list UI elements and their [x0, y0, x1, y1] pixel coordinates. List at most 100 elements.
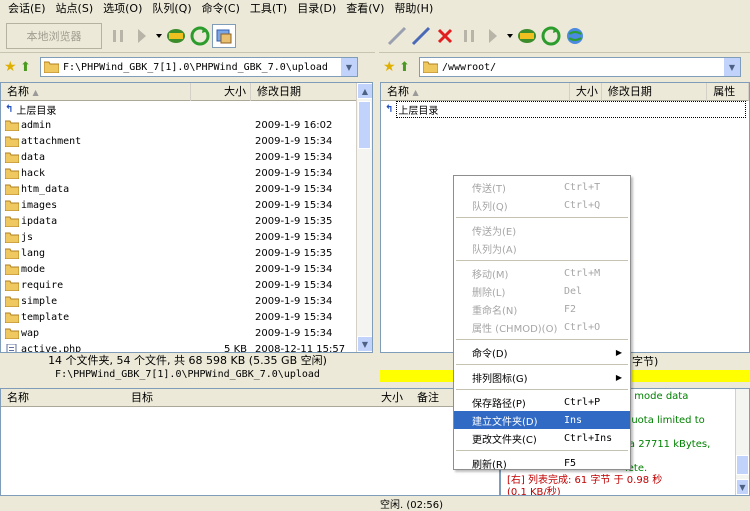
chevron-down-icon[interactable]: ▼ — [340, 58, 357, 76]
left-scrollbar[interactable]: ▲ ▼ — [356, 83, 372, 352]
context-menu-item[interactable]: 属性 (CHMOD)(O) Ctrl+O — [454, 318, 630, 336]
favorite-star-icon[interactable]: ★ — [4, 59, 20, 75]
up-folder-icon[interactable]: ⬆ — [399, 60, 419, 75]
menu-item[interactable]: 命令(C) — [197, 0, 245, 18]
context-menu-item[interactable]: 队列(Q) Ctrl+Q — [454, 196, 630, 214]
context-menu-item[interactable]: 命令(D) ▶ — [454, 343, 630, 361]
context-menu-item[interactable]: 移动(M) Ctrl+M — [454, 264, 630, 282]
pause-icon[interactable] — [106, 24, 130, 48]
file-name: mode — [21, 263, 46, 275]
context-menu-item[interactable]: 传送(T) Ctrl+T — [454, 178, 630, 196]
dropdown-arrow-icon[interactable] — [505, 24, 515, 48]
favorite-star-icon[interactable]: ★ — [383, 59, 399, 75]
context-menu-item[interactable]: 删除(L) Del — [454, 282, 630, 300]
col-size-header[interactable]: 大小 — [191, 83, 251, 101]
log-line: ta 27711 kBytes, — [625, 439, 711, 450]
chevron-down-icon[interactable]: ▼ — [723, 58, 740, 76]
file-row[interactable]: lang 2009-1-9 15:35 — [1, 245, 372, 261]
file-row[interactable]: js 2009-1-9 15:34 — [1, 229, 372, 245]
col-date-header[interactable]: 修改日期 — [602, 83, 708, 101]
context-menu-item[interactable]: 保存路径(P) Ctrl+P — [454, 393, 630, 411]
menu-item-shortcut: F2 — [564, 303, 577, 315]
file-row[interactable]: template 2009-1-9 15:34 — [1, 309, 372, 325]
menu-item[interactable]: 选项(O) — [98, 0, 147, 18]
submenu-arrow-icon: ▶ — [615, 372, 622, 382]
queue-col-name[interactable]: 名称 — [1, 389, 125, 407]
view-icon[interactable] — [212, 23, 236, 48]
context-menu-item[interactable]: 排列图标(G) ▶ — [454, 368, 630, 386]
parent-dir-row[interactable]: ↰ 上层目录 — [1, 101, 372, 117]
refresh-icon[interactable] — [539, 24, 563, 48]
folder-icon — [5, 216, 19, 227]
context-menu-item[interactable]: 传送为(E) — [454, 221, 630, 239]
transfer-queue[interactable]: 名称 目标 大小 备注 — [0, 388, 500, 496]
scroll-thumb[interactable] — [358, 101, 371, 149]
file-row[interactable]: wap 2009-1-9 15:34 — [1, 325, 372, 341]
right-path-bar: ★ ⬆ /wwwroot/ ▼ — [379, 54, 750, 80]
file-row[interactable]: require 2009-1-9 15:34 — [1, 277, 372, 293]
local-browser-button[interactable]: 本地浏览器 — [6, 22, 102, 49]
left-path-value: F:\PHPWind_GBK_7[1].0\PHPWind_GBK_7.0\up… — [63, 61, 328, 73]
local-file-list[interactable]: 名称 ▲ 大小 修改日期 ↰ 上层目录 admin 2009-1-9 16:02 at… — [0, 82, 373, 353]
menu-item[interactable]: 帮助(H) — [389, 0, 438, 18]
left-path-combo[interactable]: F:\PHPWind_GBK_7[1].0\PHPWind_GBK_7.0\up… — [40, 57, 358, 77]
menu-item[interactable]: 站点(S) — [51, 0, 99, 18]
disconnect-icon[interactable] — [409, 24, 433, 48]
col-date-header[interactable]: 修改日期 — [251, 83, 358, 101]
menu-bar: 会话(E) 站点(S) 选项(O) 队列(Q) 命令(C) 工具(T) 目录(D) 查看(V)… — [0, 0, 750, 18]
file-row[interactable]: admin 2009-1-9 16:02 — [1, 117, 372, 133]
queue-col-size[interactable]: 大小 — [375, 389, 411, 407]
menu-item[interactable]: 会话(E) — [3, 0, 51, 18]
right-path-combo[interactable]: /wwwroot/ ▼ — [419, 57, 741, 77]
menu-item-label: 传送(T) — [472, 183, 506, 195]
menu-item-shortcut: Ctrl+Q — [564, 199, 601, 211]
globe-icon[interactable] — [563, 24, 587, 48]
file-row[interactable]: images 2009-1-9 15:34 — [1, 197, 372, 213]
menu-item-label: 重命名(N) — [472, 305, 518, 317]
menu-item[interactable]: 队列(Q) — [147, 0, 196, 18]
col-size-header[interactable]: 大小 — [570, 83, 602, 101]
file-row[interactable]: data 2009-1-9 15:34 — [1, 149, 372, 165]
folder-icon — [5, 248, 19, 259]
menu-item[interactable]: 目录(D) — [292, 0, 341, 18]
col-name-header[interactable]: 名称 ▲ — [381, 83, 570, 101]
col-name-header[interactable]: 名称 ▲ — [1, 83, 191, 101]
context-menu-item[interactable]: 刷新(R) F5 — [454, 454, 630, 472]
bottom-status-bar: 空闲. (02:56) — [0, 496, 750, 511]
menu-item[interactable]: 工具(T) — [245, 0, 292, 18]
scroll-down-icon[interactable]: ▼ — [357, 336, 372, 352]
col-attr-header[interactable]: 属性 — [707, 83, 749, 101]
parent-dir-row[interactable]: ↰ 上层目录 — [381, 100, 749, 118]
queue-col-target[interactable]: 目标 — [125, 389, 365, 407]
file-row[interactable]: mode 2009-1-9 15:34 — [1, 261, 372, 277]
file-row[interactable]: ipdata 2009-1-9 15:35 — [1, 213, 372, 229]
context-menu-item[interactable]: 队列为(A) — [454, 239, 630, 257]
scroll-down-icon[interactable]: ▼ — [736, 479, 749, 495]
menu-item[interactable]: 查看(V) — [341, 0, 389, 18]
dropdown-arrow-icon[interactable] — [154, 24, 164, 48]
file-row[interactable]: attachment 2009-1-9 15:34 — [1, 133, 372, 149]
log-scrollbar[interactable]: ▼ — [735, 389, 749, 495]
file-date: 2009-1-9 15:34 — [255, 151, 333, 163]
scroll-up-icon[interactable]: ▲ — [357, 83, 372, 99]
run-queue-icon[interactable] — [130, 24, 154, 48]
run-queue-icon[interactable] — [481, 24, 505, 48]
up-folder-icon[interactable]: ⬆ — [20, 60, 40, 75]
left-rows: admin 2009-1-9 16:02 attachment 2009-1-9 15… — [1, 117, 372, 352]
transfer-icon[interactable] — [515, 24, 539, 48]
right-toolbar — [379, 19, 750, 53]
context-menu-item[interactable]: 重命名(N) F2 — [454, 300, 630, 318]
file-row[interactable]: hack 2009-1-9 15:34 — [1, 165, 372, 181]
pause-icon[interactable] — [457, 24, 481, 48]
file-row[interactable]: htm_data 2009-1-9 15:34 — [1, 181, 372, 197]
connect-icon[interactable] — [385, 24, 409, 48]
scroll-thumb[interactable] — [736, 455, 749, 475]
file-row[interactable]: simple 2009-1-9 15:34 — [1, 293, 372, 309]
stop-icon[interactable] — [433, 24, 457, 48]
file-name: data — [21, 151, 46, 163]
context-menu-item[interactable]: 建立文件夹(D) Ins — [454, 411, 630, 429]
transfer-icon[interactable] — [164, 24, 188, 48]
refresh-icon[interactable] — [188, 24, 212, 48]
file-row[interactable]: active.php 5 KB 2008-12-11 15:57 — [1, 341, 372, 352]
context-menu-item[interactable]: 更改文件夹(C) Ctrl+Ins — [454, 429, 630, 447]
